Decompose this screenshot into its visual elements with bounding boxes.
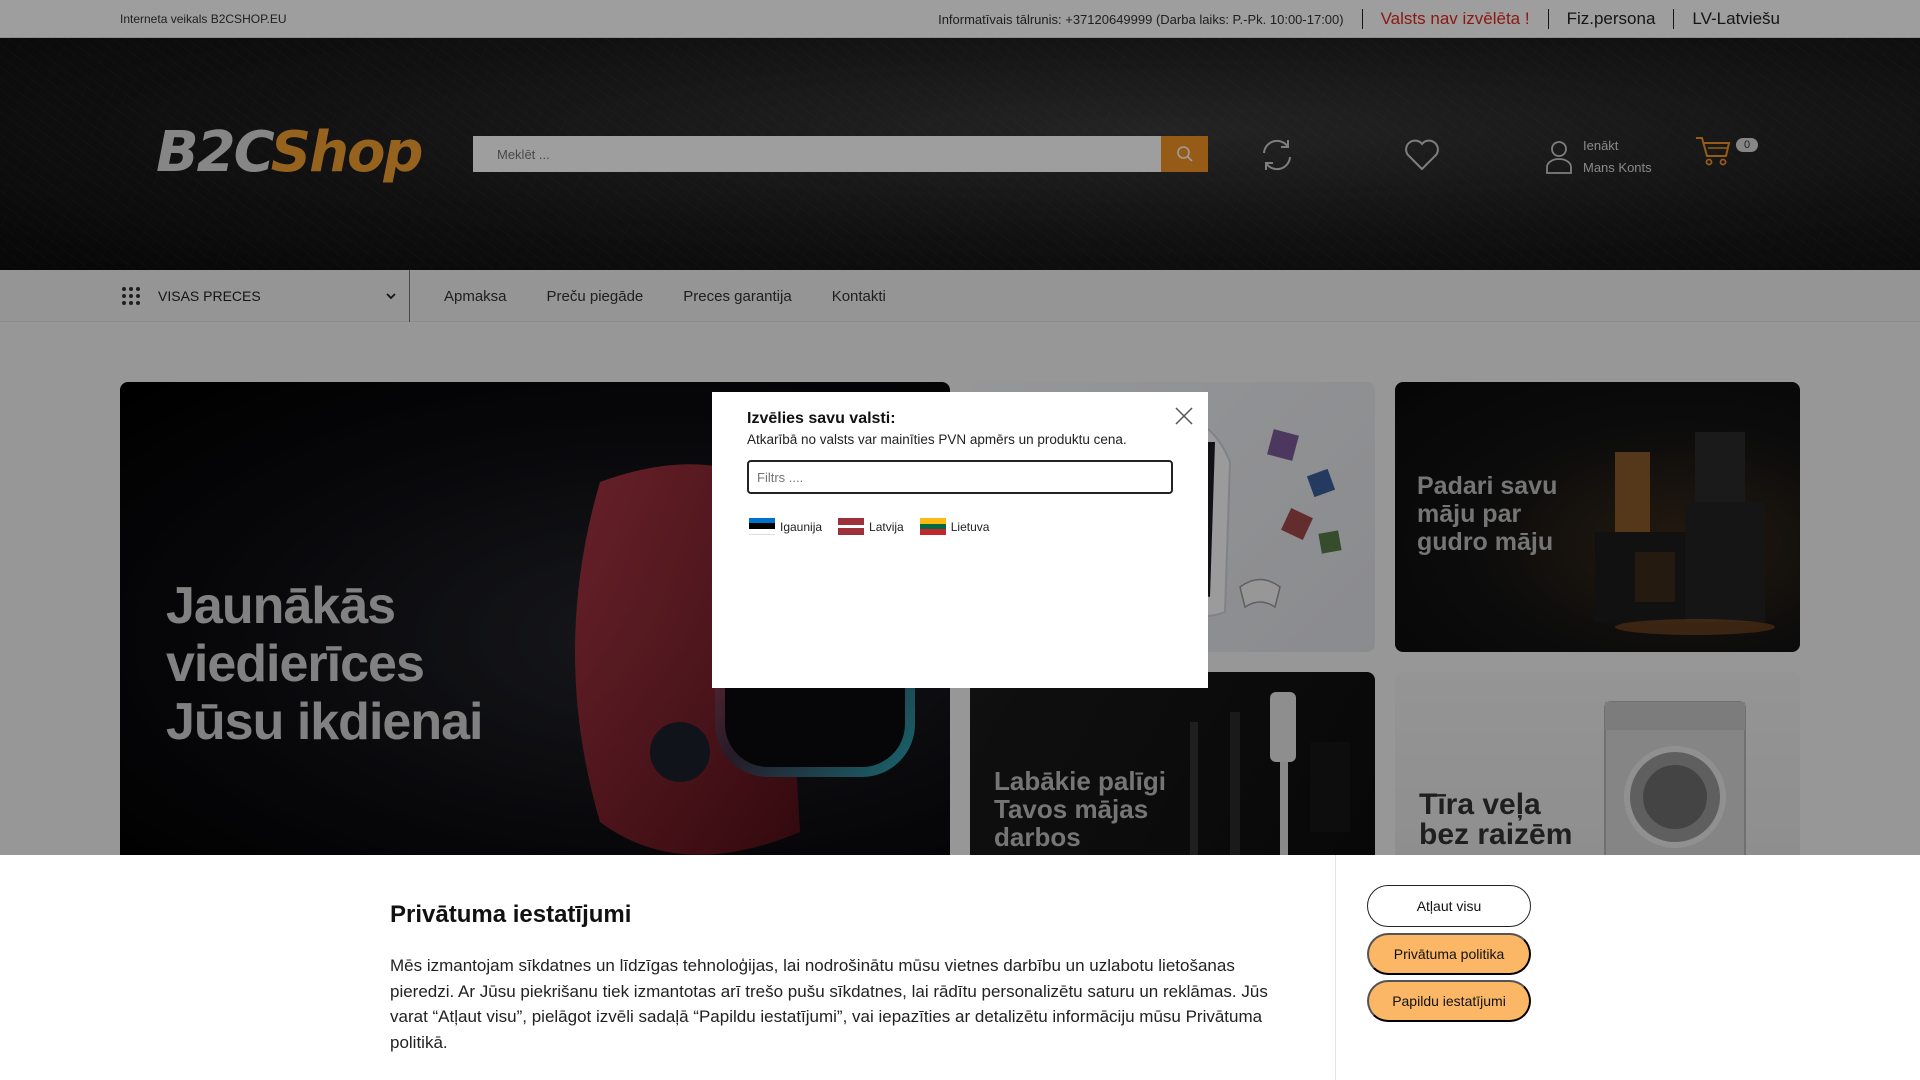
country-name: Igaunija: [780, 519, 823, 534]
country-select-dialog: Izvēlies savu valsti: Atkarībā no valsts…: [712, 392, 1208, 688]
country-filter-input[interactable]: [747, 460, 1173, 494]
country-name: Lietuva: [950, 519, 990, 534]
country-option-lithuania[interactable]: Lietuva: [919, 518, 990, 536]
dialog-title: Izvēlies savu valsti:: [747, 410, 896, 427]
more-settings-button[interactable]: Papildu iestatījumi: [1367, 980, 1531, 1022]
dialog-subtitle: Atkarībā no valsts var mainīties PVN apm…: [747, 432, 1127, 447]
divider: [1335, 855, 1336, 1080]
country-option-estonia[interactable]: Igaunija: [749, 518, 822, 535]
privacy-text: Mēs izmantojam sīkdatnes un līdzīgas teh…: [390, 956, 1268, 1052]
country-option-latvia[interactable]: Latvija: [838, 518, 904, 535]
lithuania-flag-icon: [919, 518, 946, 536]
privacy-policy-button[interactable]: Privātuma politika: [1367, 933, 1531, 975]
allow-all-button[interactable]: Atļaut visu: [1367, 885, 1531, 927]
close-icon[interactable]: [1174, 406, 1194, 426]
privacy-title: Privātuma iestatījumi: [390, 901, 632, 928]
latvia-flag-icon: [838, 518, 865, 535]
country-name: Latvija: [869, 519, 904, 534]
estonia-flag-icon: [749, 518, 775, 535]
privacy-settings-banner: Privātuma iestatījumi Mēs izmantojam sīk…: [0, 855, 1920, 1080]
country-list: Igaunija Latvija Lietuva: [749, 518, 990, 536]
